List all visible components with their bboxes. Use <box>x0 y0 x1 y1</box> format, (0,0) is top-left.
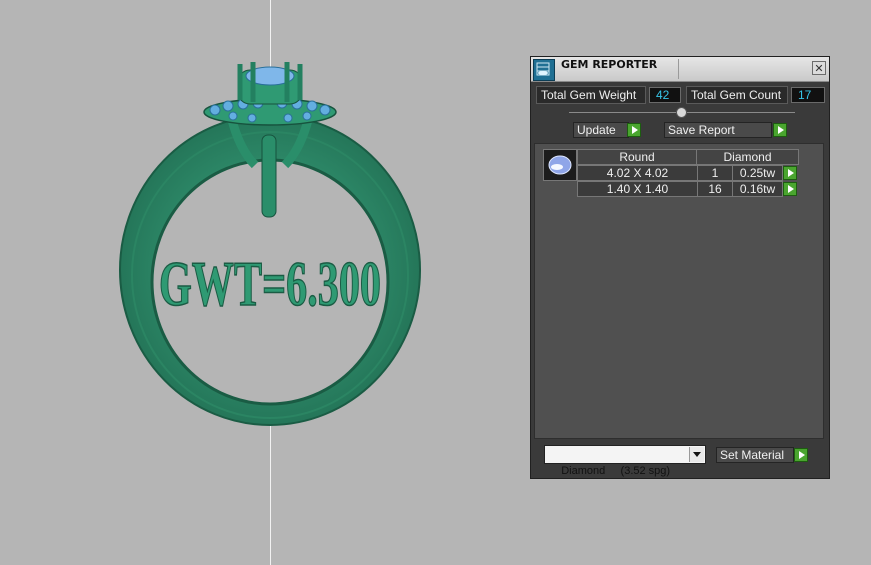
panel-title: GEM REPORTER <box>561 58 658 71</box>
gem-shape-icon[interactable] <box>543 149 577 181</box>
total-gem-weight-label: Total Gem Weight <box>536 86 646 104</box>
row-2-play-icon[interactable] <box>783 182 797 196</box>
titlebar-divider <box>678 59 679 79</box>
total-gem-count-value: 17 <box>791 87 825 103</box>
center-post <box>261 134 277 218</box>
row-1-weight: 0.25tw <box>732 165 783 181</box>
row-2-count: 16 <box>697 181 733 197</box>
panel-titlebar[interactable]: GEM REPORTER ✕ <box>531 57 829 82</box>
engraving-text: GWT=6.300 <box>159 248 381 319</box>
material-header: Diamond <box>696 149 799 165</box>
set-material-play-icon[interactable] <box>794 448 808 462</box>
total-gem-count-label: Total Gem Count <box>686 86 788 104</box>
row-1-play-icon[interactable] <box>783 166 797 180</box>
row-2-weight: 0.16tw <box>732 181 783 197</box>
row-1-count: 1 <box>697 165 733 181</box>
update-button[interactable]: Update <box>573 122 629 138</box>
gem-reporter-panel: GEM REPORTER ✕ Total Gem Weight 42 Total… <box>530 56 830 479</box>
chevron-down-icon[interactable] <box>689 447 704 462</box>
row-2-size: 1.40 X 1.40 <box>577 181 698 197</box>
save-report-play-icon[interactable] <box>773 123 787 137</box>
set-material-button[interactable]: Set Material <box>716 447 794 463</box>
material-selected: Diamond (3.52 spg) <box>561 465 671 477</box>
gem-list[interactable]: Round Diamond 4.02 X 4.02 1 0.25tw 1.40 … <box>534 143 824 439</box>
gem-reporter-icon <box>533 59 555 81</box>
material-dropdown[interactable]: Diamond (3.52 spg) <box>544 445 706 477</box>
shape-header: Round <box>577 149 697 165</box>
slider-handle[interactable] <box>676 107 687 118</box>
update-play-icon[interactable] <box>627 123 641 137</box>
total-gem-weight-value: 42 <box>649 87 681 103</box>
save-report-button[interactable]: Save Report <box>664 122 772 138</box>
row-1-size: 4.02 X 4.02 <box>577 165 698 181</box>
close-icon[interactable]: ✕ <box>812 61 826 75</box>
